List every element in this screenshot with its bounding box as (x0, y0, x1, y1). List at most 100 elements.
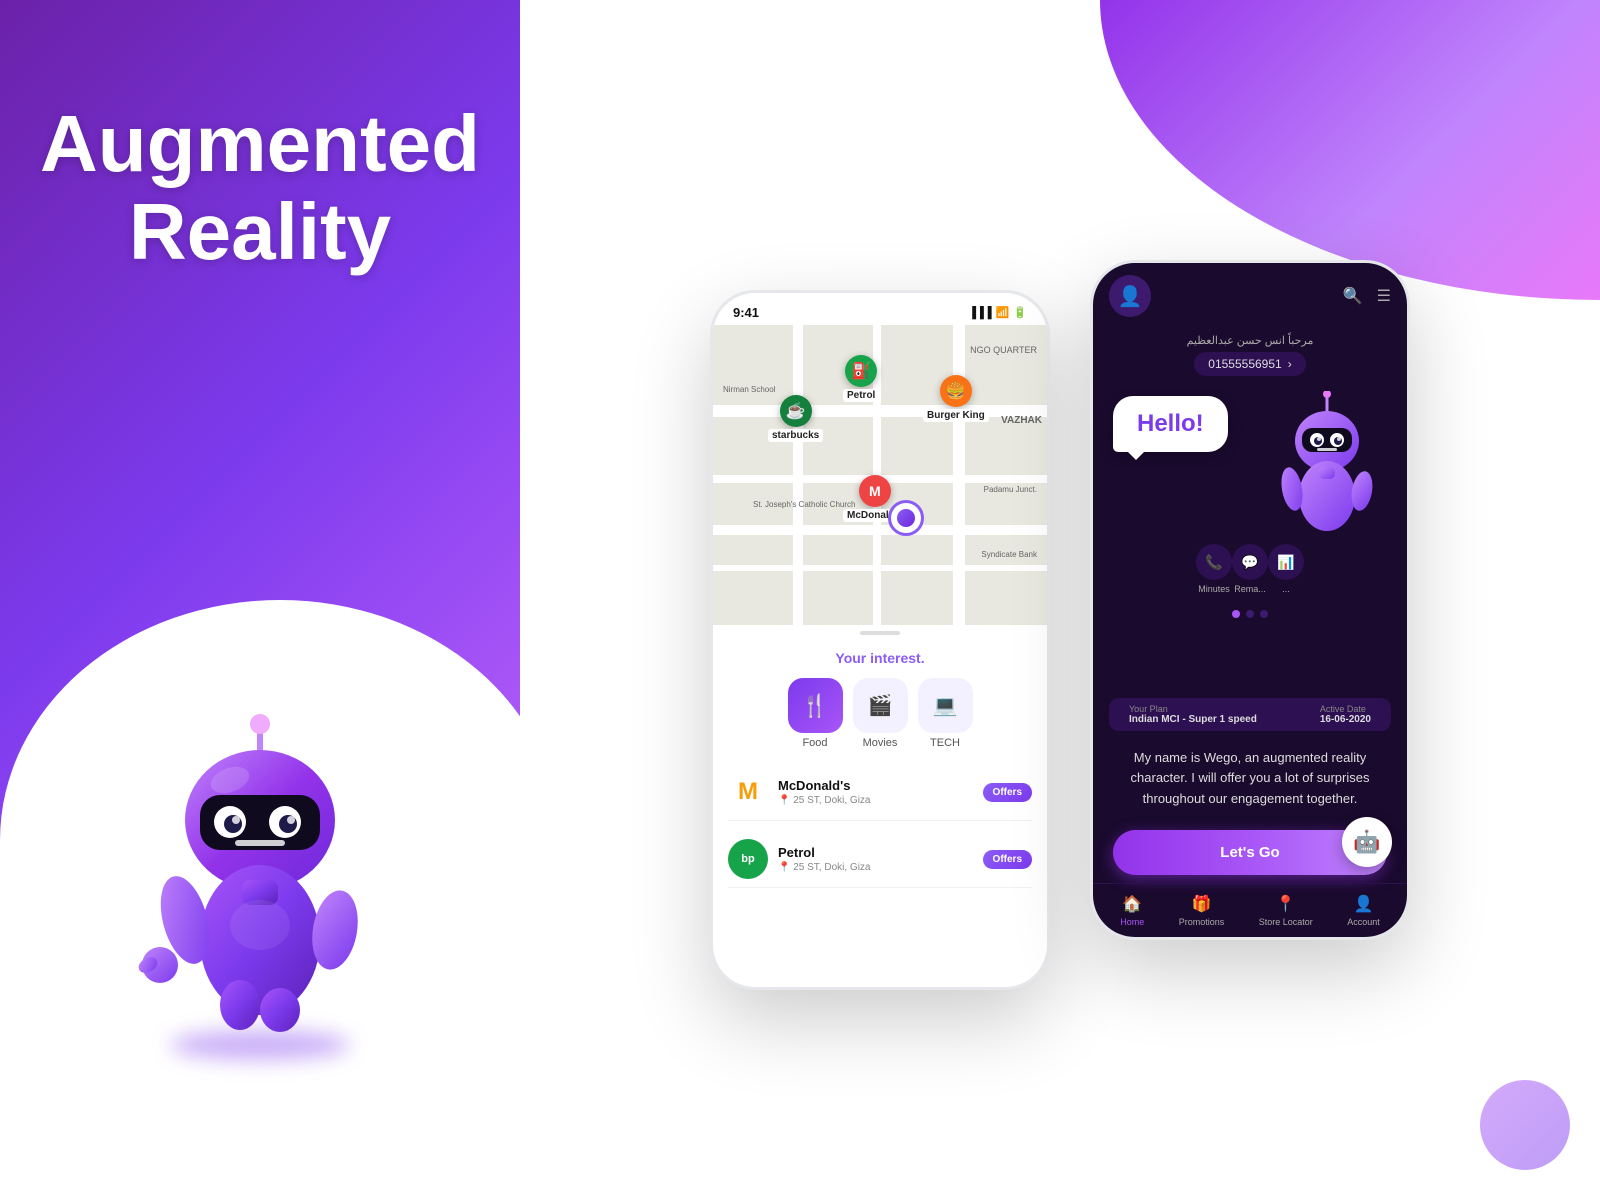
minutes-icon: 📞 (1196, 544, 1232, 580)
bp-logo-icon: bp (728, 839, 768, 879)
starbucks-pin-icon: ☕ (780, 395, 812, 427)
petrol-pin-icon: ⛽ (845, 355, 877, 387)
greeting-arabic: مرحباً انس حسن عبدالعظيم (1187, 335, 1314, 347)
map-label-church: St. Joseph's Catholic Church (753, 500, 855, 509)
robot-svg (120, 710, 400, 1050)
mcdonalds-offers-badge[interactable]: Offers (983, 783, 1032, 802)
map-label-padamu: Padamu Junct. (984, 485, 1037, 494)
floating-bot-button[interactable]: 🤖 (1342, 817, 1392, 867)
menu-icon[interactable]: ☰ (1377, 286, 1391, 306)
signal-icon: ▐▐▐ (968, 307, 991, 319)
petrol-logo: bp (728, 839, 768, 879)
status-time: 9:41 (733, 305, 759, 320)
title-line1: Augmented (40, 99, 480, 188)
plan-info-bar: Your Plan Indian MCI - Super 1 speed Act… (1109, 698, 1391, 731)
bottom-sheet: Your interest. 🍴 Food 🎬 Movies (713, 635, 1047, 903)
phone-right-notch (1190, 263, 1310, 291)
dot-2 (1246, 610, 1254, 618)
greeting-text: مرحباً انس حسن عبدالعظيم (1109, 334, 1391, 347)
nav-store-locator[interactable]: 📍 Store Locator (1259, 894, 1313, 927)
robot-shadow (170, 1030, 350, 1060)
status-icons: ▐▐▐ 📶 🔋 (968, 306, 1027, 319)
hello-speech-bubble: Hello! (1113, 396, 1228, 452)
map-pin-burgerking: 🍔 Burger King (923, 375, 989, 422)
avatar-icon: 👤 (1118, 284, 1143, 309)
nav-home[interactable]: 🏠 Home (1120, 894, 1144, 927)
movies-icon: 🎬 (868, 693, 893, 718)
left-panel: Augmented Reality (0, 0, 520, 1200)
phone-number-pill[interactable]: 01555556951 › (1194, 352, 1305, 376)
mcdonalds-pin-icon: M (859, 475, 891, 507)
stats-row: 📞 Minutes 💬 Rema... 📊 ... (1180, 536, 1320, 602)
minutes-label: Minutes (1196, 584, 1232, 594)
petrol-info: Petrol 📍 25 ST, Doki, Giza (778, 845, 973, 873)
greeting-section: مرحباً انس حسن عبدالعظيم 01555556951 › (1093, 329, 1407, 386)
header-action-icons: 🔍 ☰ (1343, 286, 1391, 306)
user-location-pin (888, 500, 924, 536)
battery-icon: 🔋 (1013, 306, 1027, 319)
category-food[interactable]: 🍴 Food (788, 678, 843, 749)
date-col: Active Date 16-06-2020 (1320, 704, 1371, 725)
location-item-petrol[interactable]: bp Petrol 📍 25 ST, Doki, Giza Offers (728, 831, 1032, 888)
location-list: M McDonald's 📍 25 ST, Doki, Giza Offers (728, 764, 1032, 888)
petrol-address: 📍 25 ST, Doki, Giza (778, 862, 973, 873)
account-nav-label: Account (1347, 917, 1380, 927)
mcdonalds-info: McDonald's 📍 25 ST, Doki, Giza (778, 778, 973, 806)
hero-title: Augmented Reality (40, 100, 480, 276)
stat-remaining: 💬 Rema... (1232, 544, 1268, 594)
other-icon: 📊 (1268, 544, 1304, 580)
movies-category-label: Movies (863, 737, 898, 749)
right-panel: 9:41 ▐▐▐ 📶 🔋 NGO QUARTER VAZHA (520, 0, 1600, 1200)
promotions-nav-label: Promotions (1179, 917, 1225, 927)
category-movies[interactable]: 🎬 Movies (853, 678, 908, 749)
phone-number-text: 01555556951 (1208, 357, 1281, 371)
map-pin-user (888, 500, 924, 536)
burgerking-pin-label: Burger King (923, 409, 989, 422)
main-content: Augmented Reality (0, 0, 1600, 1200)
location-pin-icon: 📍 (778, 795, 790, 806)
phone-left-notch (820, 293, 940, 321)
stat-minutes: 📞 Minutes (1196, 544, 1232, 594)
mcdonalds-address: 📍 25 ST, Doki, Giza (778, 795, 973, 806)
petrol-offers-badge[interactable]: Offers (983, 850, 1032, 869)
category-tech[interactable]: 💻 TECH (918, 678, 973, 749)
map-area: NGO QUARTER VAZHAK Nirman School St. Jos… (713, 325, 1047, 625)
interest-categories: 🍴 Food 🎬 Movies 💻 TECH (728, 678, 1032, 749)
dot-3 (1260, 610, 1268, 618)
petrol-pin-label: Petrol (843, 389, 879, 402)
phone-left-mockup: 9:41 ▐▐▐ 📶 🔋 NGO QUARTER VAZHA (710, 290, 1050, 990)
map-road-v1 (793, 325, 803, 625)
date-label: Active Date (1320, 704, 1371, 714)
plan-label: Your Plan (1129, 704, 1257, 714)
promotions-icon: 🎁 (1192, 894, 1212, 914)
petrol-address-text: 25 ST, Doki, Giza (793, 862, 870, 873)
home-nav-label: Home (1120, 917, 1144, 927)
dot-1 (1232, 610, 1240, 618)
nav-promotions[interactable]: 🎁 Promotions (1179, 894, 1225, 927)
user-avatar: 👤 (1109, 275, 1151, 317)
store-locator-icon: 📍 (1276, 894, 1296, 914)
mcdonalds-logo: M (728, 772, 768, 812)
intro-message: My name is Wego, an augmented reality ch… (1093, 736, 1407, 822)
tech-icon: 💻 (933, 693, 958, 718)
nav-account[interactable]: 👤 Account (1347, 894, 1380, 927)
date-value: 16-06-2020 (1320, 714, 1371, 725)
mcdonalds-name: McDonald's (778, 778, 973, 793)
wifi-icon: 📶 (996, 306, 1010, 319)
other-label: ... (1268, 584, 1304, 594)
search-icon[interactable]: 🔍 (1343, 286, 1363, 306)
dark-phone-content: 👤 🔍 ☰ مرحباً انس حسن عبدالعظيم 015555569… (1093, 263, 1407, 937)
location-item-mcdonalds[interactable]: M McDonald's 📍 25 ST, Doki, Giza Offers (728, 764, 1032, 821)
tech-category-label: TECH (930, 737, 960, 749)
title-line2: Reality (129, 187, 391, 276)
robot-illustration (120, 710, 400, 1050)
map-pin-petrol: ⛽ Petrol (843, 355, 879, 402)
store-locator-nav-label: Store Locator (1259, 917, 1313, 927)
dots-pagination (1232, 610, 1268, 618)
mini-robot-illustration (1267, 391, 1387, 531)
burgerking-pin-icon: 🍔 (940, 375, 972, 407)
map-road-v3 (953, 325, 965, 625)
bot-icon: 🤖 (1353, 829, 1380, 855)
petrol-name: Petrol (778, 845, 973, 860)
map-label-ngo-quarter: NGO QUARTER (970, 345, 1037, 355)
